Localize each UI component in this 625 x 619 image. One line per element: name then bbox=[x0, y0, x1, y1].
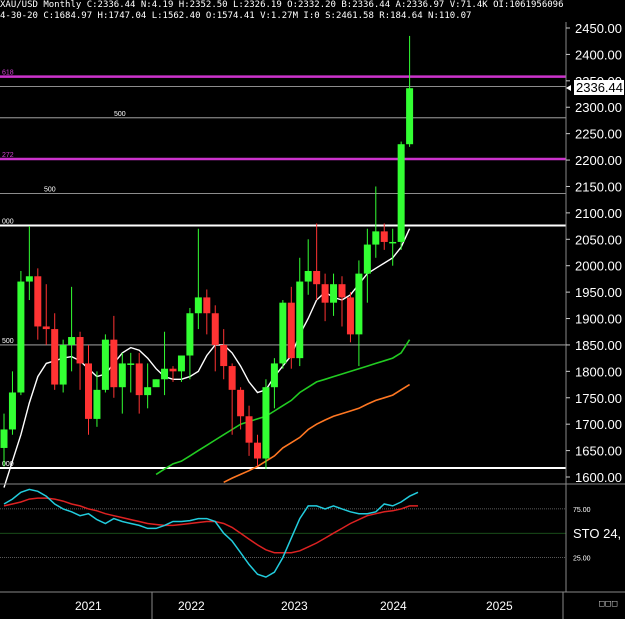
candle-bullish bbox=[8, 392, 16, 430]
oscillator-panel: 75.00 25.00 STO 24, bbox=[0, 488, 621, 578]
price-pointer-icon bbox=[566, 85, 571, 91]
candle-bearish bbox=[228, 366, 236, 390]
candle-bullish bbox=[363, 244, 371, 274]
candle-bearish bbox=[110, 339, 118, 388]
candle-bearish bbox=[85, 363, 92, 419]
candle-bullish bbox=[17, 281, 25, 393]
y-tick-label: 2250.00 bbox=[575, 127, 622, 142]
candle-bullish bbox=[330, 284, 338, 303]
candle-bullish bbox=[0, 429, 8, 448]
candle-bearish bbox=[34, 276, 42, 327]
price-panel: 500500500618272000000 bbox=[0, 35, 566, 488]
y-tick-label: 1950.00 bbox=[575, 285, 622, 300]
candle-bearish bbox=[254, 442, 261, 459]
y-tick-label: 2000.00 bbox=[575, 259, 622, 274]
candle-bullish bbox=[161, 368, 169, 380]
candle-bearish bbox=[203, 297, 211, 314]
x-axis-label: 2022 bbox=[178, 599, 205, 613]
candle-bullish bbox=[304, 270, 312, 282]
y-tick-label: 2300.00 bbox=[575, 100, 622, 115]
candle-bullish bbox=[389, 241, 397, 244]
candle-bearish bbox=[346, 297, 354, 335]
y-tick-label: 2150.00 bbox=[575, 179, 622, 194]
candle-bearish bbox=[287, 302, 295, 359]
candle-bearish bbox=[220, 344, 228, 367]
candle-bullish bbox=[296, 281, 304, 359]
level-label: 618 bbox=[2, 70, 14, 77]
candle-bearish bbox=[51, 329, 59, 385]
y-tick-label: 1650.00 bbox=[575, 444, 622, 459]
candle-bearish bbox=[169, 368, 177, 372]
y-tick-label: 1850.00 bbox=[575, 338, 622, 353]
candle-bullish bbox=[186, 313, 194, 356]
candle-bullish bbox=[372, 231, 380, 245]
candle-bullish bbox=[101, 339, 109, 390]
candle-bearish bbox=[211, 313, 219, 345]
candle-bullish bbox=[93, 389, 101, 419]
candle-bullish bbox=[25, 276, 33, 282]
candle-bearish bbox=[237, 389, 245, 417]
candle-bullish bbox=[406, 88, 414, 145]
candle-bearish bbox=[245, 416, 253, 443]
y-tick-label: 1900.00 bbox=[575, 312, 622, 327]
x-axis-label: 2021 bbox=[75, 599, 102, 613]
candle-bullish bbox=[397, 144, 405, 242]
thin-level-label: 500 bbox=[114, 111, 126, 118]
axes: 2450.002400.002350.002300.002250.002200.… bbox=[0, 21, 625, 619]
oscillator-level-label: 25.00 bbox=[573, 556, 591, 563]
last-price-marker: 2336.44 bbox=[574, 80, 624, 95]
candle-bearish bbox=[42, 326, 50, 330]
candle-bullish bbox=[262, 387, 270, 459]
candle-bearish bbox=[338, 284, 346, 298]
candle-bullish bbox=[144, 387, 152, 396]
stochastic-slow-line bbox=[3, 497, 418, 554]
candle-bullish bbox=[59, 344, 67, 385]
candle-bullish bbox=[194, 297, 202, 314]
thin-level-label: 500 bbox=[44, 186, 56, 193]
y-tick-label: 1750.00 bbox=[575, 391, 622, 406]
price-chart[interactable]: 500500500618272000000 75.0025.00STO 24, … bbox=[0, 0, 625, 619]
candle-bullish bbox=[118, 363, 126, 388]
candle-bearish bbox=[380, 231, 388, 242]
candle-bearish bbox=[76, 337, 84, 364]
y-tick-label: 1600.00 bbox=[575, 470, 622, 485]
level-label: 272 bbox=[2, 152, 14, 159]
candle-bullish bbox=[127, 363, 135, 365]
y-tick-label: 2450.00 bbox=[575, 21, 622, 36]
x-axis-label: 2024 bbox=[380, 599, 407, 613]
oscillator-name: STO 24, bbox=[573, 526, 621, 541]
y-tick-label: 2400.00 bbox=[575, 47, 622, 62]
candle-bullish bbox=[355, 273, 363, 335]
y-tick-label: 1700.00 bbox=[575, 417, 622, 432]
y-tick-label: 2100.00 bbox=[575, 206, 622, 221]
candle-bullish bbox=[68, 337, 76, 345]
candle-bearish bbox=[135, 363, 143, 396]
window-controls[interactable]: □□□ bbox=[599, 599, 618, 609]
thin-level-label: 500 bbox=[2, 338, 14, 345]
level-label: 000 bbox=[2, 219, 14, 226]
candle-bearish bbox=[313, 270, 321, 285]
x-axis-label: 2025 bbox=[486, 599, 513, 613]
x-axis-label: 2023 bbox=[281, 599, 308, 613]
candle-bullish bbox=[279, 302, 287, 364]
candle-bullish bbox=[177, 355, 185, 372]
candle-bullish bbox=[270, 363, 278, 388]
candle-bearish bbox=[321, 284, 329, 303]
oscillator-level-label: 75.00 bbox=[573, 507, 591, 514]
candle-bullish bbox=[152, 379, 160, 388]
y-tick-label: 2050.00 bbox=[575, 232, 622, 247]
y-tick-label: 2200.00 bbox=[575, 153, 622, 168]
y-tick-label: 1800.00 bbox=[575, 364, 622, 379]
